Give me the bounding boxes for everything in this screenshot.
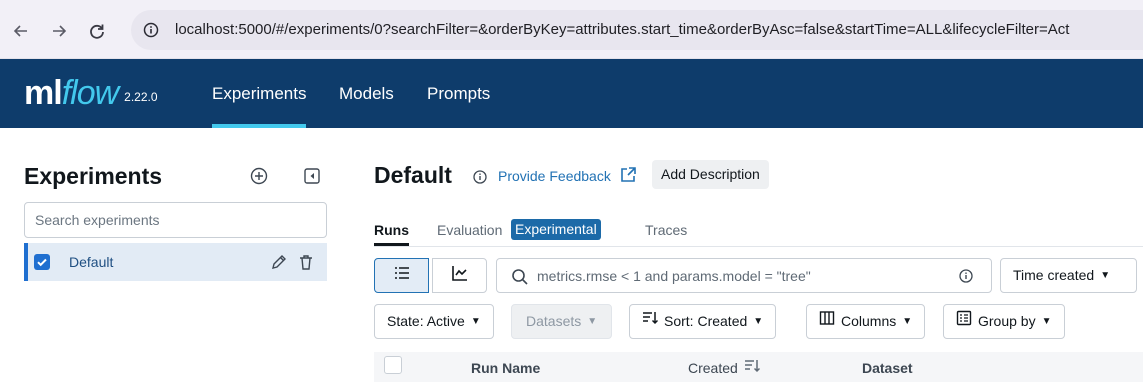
columns-dropdown[interactable]: Columns ▼ [806, 304, 926, 339]
column-header-run-name[interactable]: Run Name [471, 360, 540, 376]
group-by-dropdown[interactable]: Group by ▼ [943, 304, 1065, 339]
sidebar-item-label: Default [69, 254, 114, 270]
external-link-icon[interactable] [619, 166, 637, 184]
table-view-button[interactable] [374, 258, 429, 293]
columns-icon [819, 305, 835, 338]
sort-dropdown[interactable]: Sort: Created ▼ [629, 304, 777, 339]
experimental-badge: Experimental [511, 219, 601, 240]
state-filter-dropdown[interactable]: State: Active ▼ [374, 304, 494, 339]
logo-ml-text: ml [24, 74, 63, 112]
search-icon [511, 268, 529, 286]
datasets-label: Datasets [526, 313, 582, 329]
experiment-search-box[interactable] [24, 202, 327, 238]
tabs-divider [374, 246, 1143, 247]
tab-evaluation[interactable]: Evaluation [437, 222, 502, 238]
chart-view-button[interactable] [432, 258, 487, 293]
chevron-down-icon: ▼ [587, 316, 598, 327]
chevron-down-icon: ▼ [1041, 316, 1052, 327]
browser-toolbar: localhost:5000/#/experiments/0?searchFil… [0, 0, 1143, 59]
info-icon[interactable] [473, 170, 487, 184]
version-label: 2.22.0 [124, 90, 158, 104]
filter-info-icon[interactable] [959, 269, 973, 283]
columns-label: Columns [841, 313, 897, 329]
logo-flow-text: flow [61, 74, 119, 112]
group-by-icon [956, 305, 972, 338]
reload-icon[interactable] [88, 22, 106, 40]
line-chart-icon [451, 264, 469, 287]
app-header: ml flow 2.22.0 Experiments Models Prompts [0, 59, 1143, 128]
sidebar-title: Experiments [24, 163, 163, 189]
state-filter-label: State: Active [387, 313, 465, 329]
address-bar[interactable]: localhost:5000/#/experiments/0?searchFil… [131, 10, 1143, 50]
provide-feedback-link[interactable]: Provide Feedback [498, 168, 611, 184]
forward-icon[interactable] [50, 22, 68, 40]
back-icon[interactable] [12, 22, 30, 40]
delete-trash-icon[interactable] [297, 253, 315, 271]
nav-prompts[interactable]: Prompts [427, 59, 490, 128]
experiment-checkbox[interactable] [34, 254, 50, 270]
chevron-down-icon: ▼ [902, 316, 913, 327]
chevron-down-icon: ▼ [1100, 270, 1111, 281]
selected-indicator [24, 243, 28, 281]
nav-experiments[interactable]: Experiments [212, 59, 307, 128]
runs-filter-box[interactable] [496, 258, 992, 293]
time-created-label: Time created [1013, 267, 1095, 283]
time-created-dropdown[interactable]: Time created ▼ [1000, 258, 1137, 293]
edit-pencil-icon[interactable] [270, 253, 288, 271]
runs-table-header: Run Name Created Dataset [374, 352, 1143, 382]
sidebar-item-default[interactable]: Default [24, 243, 327, 281]
sort-icon [642, 305, 659, 338]
mlflow-logo[interactable]: ml flow 2.22.0 [24, 73, 158, 113]
datasets-dropdown[interactable]: Datasets ▼ [511, 304, 613, 339]
tab-traces[interactable]: Traces [645, 222, 687, 238]
runs-filter-input[interactable] [537, 259, 937, 292]
sort-descending-icon[interactable] [744, 358, 761, 379]
group-by-label: Group by [978, 313, 1036, 329]
select-all-checkbox[interactable] [384, 356, 402, 374]
add-description-button[interactable]: Add Description [652, 160, 769, 189]
experiment-title: Default [374, 162, 452, 188]
chevron-down-icon: ▼ [753, 316, 764, 327]
nav-models[interactable]: Models [339, 59, 394, 128]
column-header-created[interactable]: Created [688, 360, 738, 376]
site-info-icon[interactable] [143, 22, 159, 38]
active-tab-underline [374, 243, 409, 246]
column-header-dataset[interactable]: Dataset [862, 360, 913, 376]
experiment-search-input[interactable] [25, 203, 326, 237]
list-icon [393, 264, 411, 287]
sort-label: Sort: Created [664, 313, 748, 329]
url-text: localhost:5000/#/experiments/0?searchFil… [175, 21, 1070, 38]
create-experiment-icon[interactable] [250, 167, 268, 185]
chevron-down-icon: ▼ [470, 316, 481, 327]
tab-runs[interactable]: Runs [374, 222, 409, 238]
collapse-sidebar-icon[interactable] [303, 167, 321, 185]
